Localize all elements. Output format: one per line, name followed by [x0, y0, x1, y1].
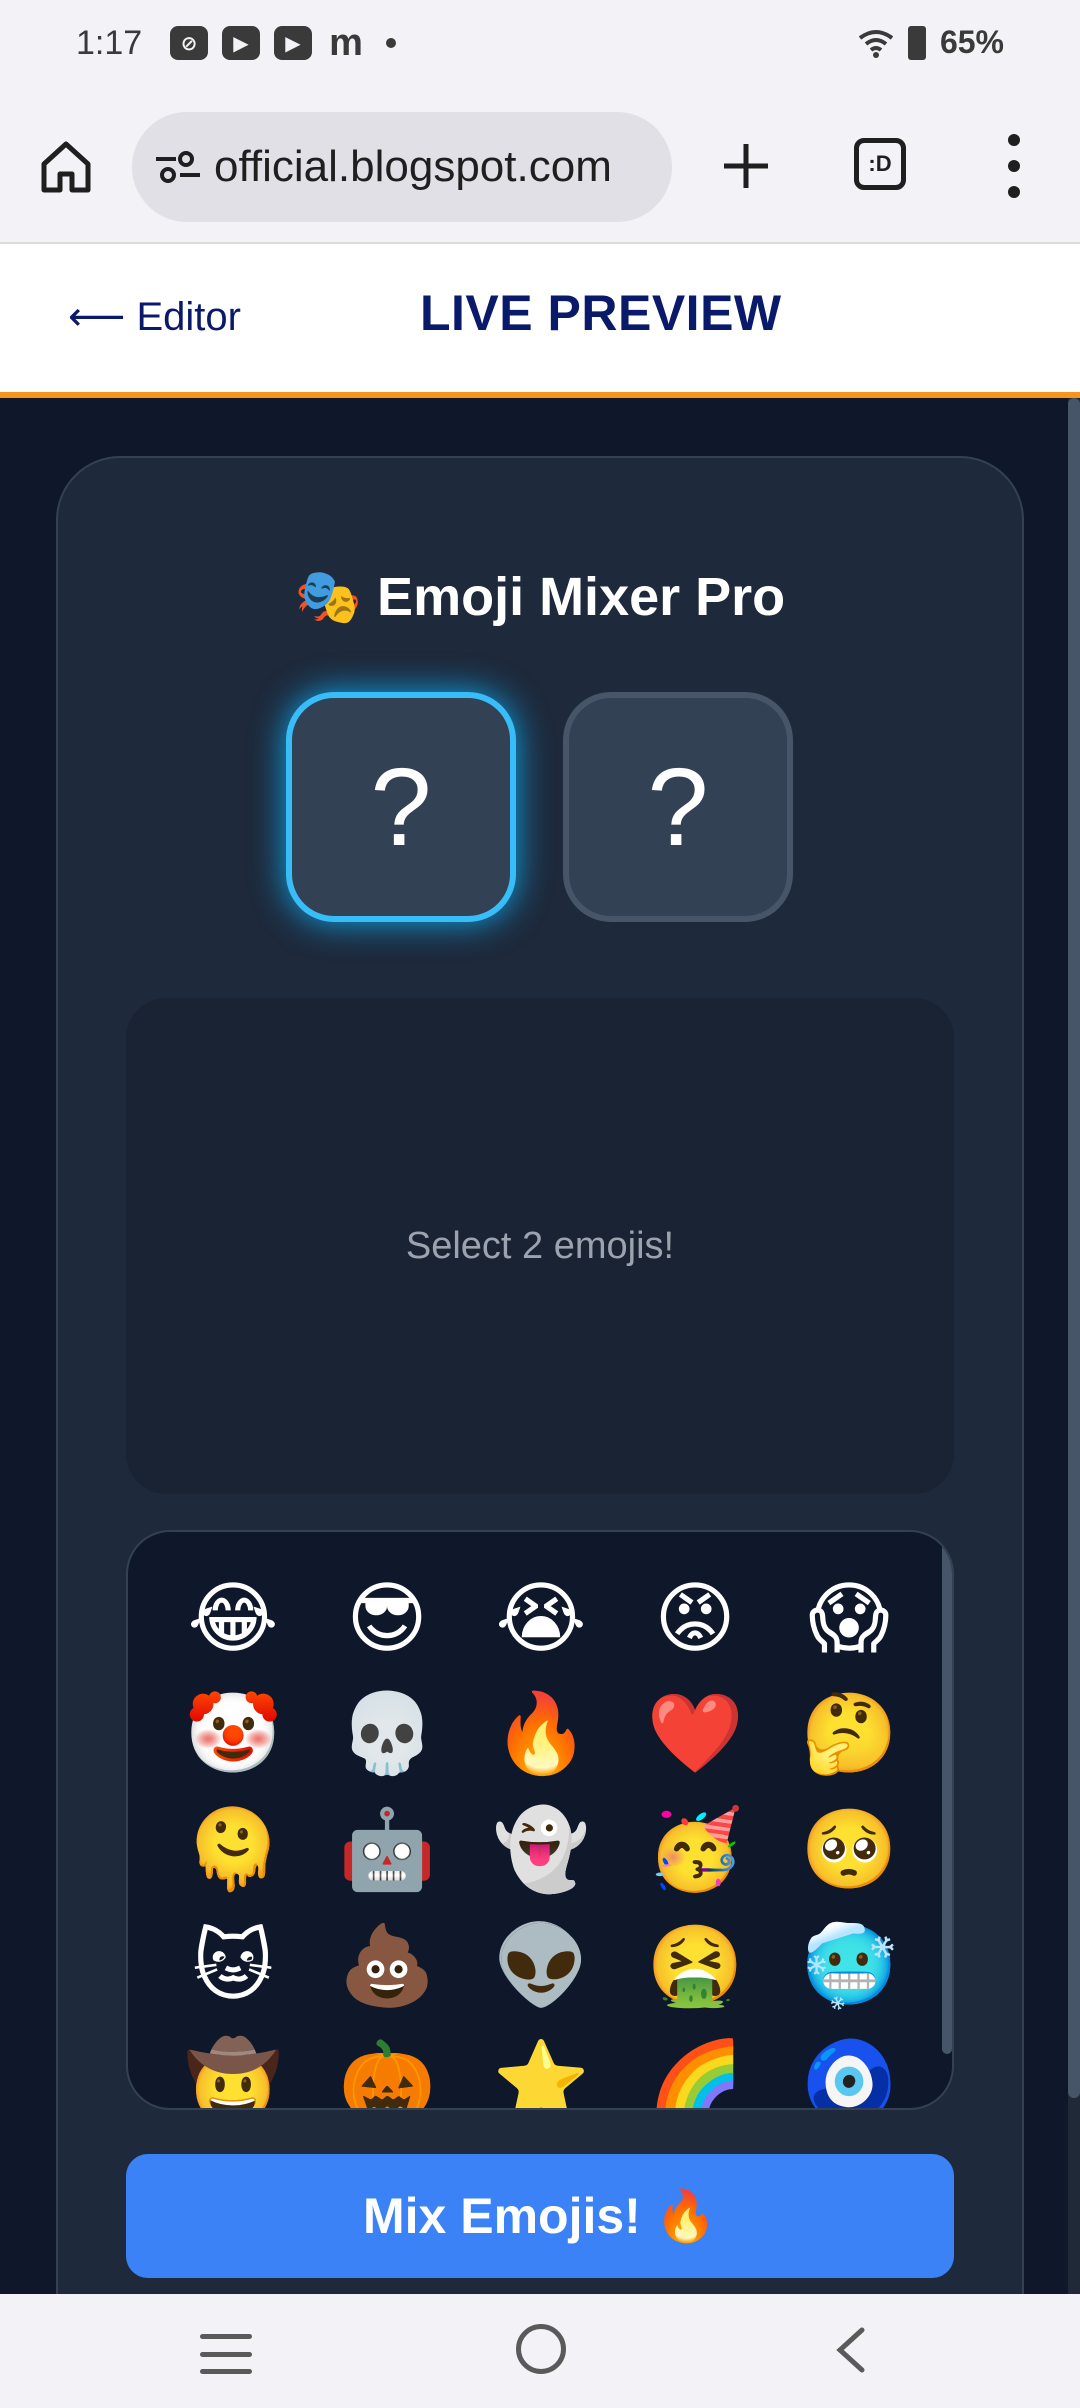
home-icon[interactable]	[38, 138, 94, 194]
emoji-option[interactable]: 🤔	[772, 1676, 926, 1792]
overflow-menu-icon[interactable]	[1000, 130, 1028, 202]
recent-apps-icon[interactable]	[200, 2334, 252, 2374]
emoji-option[interactable]: 🎃	[310, 2024, 464, 2108]
emoji-option[interactable]: 🥶	[772, 1908, 926, 2024]
emoji-option[interactable]: 💀	[310, 1676, 464, 1792]
emoji-option[interactable]: 🐱	[156, 1908, 310, 2024]
status-right: 65%	[858, 24, 1004, 61]
status-time: 1:17	[76, 24, 143, 62]
emoji-option[interactable]: 😱	[772, 1560, 926, 1676]
url-text: official.blogspot.com	[214, 142, 612, 191]
emoji-option[interactable]: 🌈	[618, 2024, 772, 2108]
result-display: Select 2 emojis!	[126, 998, 954, 1494]
wifi-icon	[858, 29, 894, 58]
emoji-option[interactable]: 🥳	[618, 1792, 772, 1908]
emoji-option[interactable]: 🥺	[772, 1792, 926, 1908]
address-bar[interactable]: official.blogspot.com	[132, 112, 672, 222]
emoji-option[interactable]: ❤️	[618, 1676, 772, 1792]
page-header: ⟵ Editor LIVE PREVIEW	[0, 244, 1080, 398]
page-scrollbar-thumb[interactable]	[1068, 398, 1080, 2098]
mix-emojis-button[interactable]: Mix Emojis! 🔥	[126, 2154, 954, 2278]
emoji-option[interactable]: 🤠	[156, 2024, 310, 2108]
status-bar: 1:17 ⊘ ▶ ▶ m 65%	[0, 0, 1080, 90]
emoji-option[interactable]: 🔥	[464, 1676, 618, 1792]
new-tab-icon[interactable]	[718, 138, 774, 194]
tab-switcher-button[interactable]: :D	[854, 138, 906, 190]
emoji-option[interactable]: 😡	[618, 1560, 772, 1676]
emoji-grid: 😂 😎 😭 😡 😱 🤡 💀 🔥 ❤️ 🤔 🫠 🤖 👻 🥳 🥺 🐱 💩 👽 🤮 🥶 🤠 🎃 ⭐ 🌈 🧿	[156, 1560, 926, 2109]
battery-percent: 65%	[939, 24, 1004, 60]
home-nav-icon[interactable]	[516, 2324, 566, 2374]
app-icon: ⊘	[170, 26, 208, 60]
page-title: LIVE PREVIEW	[420, 285, 782, 341]
preview-area: 🎭 Emoji Mixer Pro ? ? Select 2 emojis! 😂…	[0, 398, 1080, 2294]
battery-icon	[907, 25, 926, 60]
back-to-editor-link[interactable]: ⟵ Editor	[68, 294, 241, 340]
emoji-mixer-card: 🎭 Emoji Mixer Pro ? ? Select 2 emojis! 😂…	[56, 456, 1024, 2294]
back-nav-icon[interactable]	[830, 2326, 874, 2374]
youtube-icon: ▶	[274, 26, 312, 60]
app-title: 🎭 Emoji Mixer Pro	[294, 567, 786, 627]
browser-toolbar: official.blogspot.com :D	[0, 90, 1080, 244]
emoji-option[interactable]: 💩	[310, 1908, 464, 2024]
emoji-option[interactable]: 👻	[464, 1792, 618, 1908]
m-icon: m	[329, 21, 363, 64]
emoji-option[interactable]: ⭐	[464, 2024, 618, 2108]
picker-scrollbar[interactable]	[942, 1534, 952, 2054]
site-settings-icon[interactable]	[154, 147, 202, 187]
emoji-option[interactable]: 🤡	[156, 1676, 310, 1792]
notification-icons: ⊘ ▶ ▶ m	[170, 21, 396, 64]
emoji-slot-1[interactable]: ?	[286, 692, 516, 922]
dot-icon	[386, 38, 396, 48]
emoji-option[interactable]: 🤖	[310, 1792, 464, 1908]
emoji-option[interactable]: 🤮	[618, 1908, 772, 2024]
emoji-option[interactable]: 😎	[310, 1560, 464, 1676]
result-prompt: Select 2 emojis!	[405, 1224, 675, 1267]
emoji-slot-2[interactable]: ?	[563, 692, 793, 922]
emoji-option[interactable]: 🫠	[156, 1792, 310, 1908]
emoji-option[interactable]: 👽	[464, 1908, 618, 2024]
emoji-option[interactable]: 😂	[156, 1560, 310, 1676]
emoji-picker[interactable]: 😂 😎 😭 😡 😱 🤡 💀 🔥 ❤️ 🤔 🫠 🤖 👻 🥳 🥺 🐱 💩 👽 🤮 🥶 🤠 🎃 ⭐ 🌈 🧿	[126, 1530, 954, 2110]
emoji-option[interactable]: 😭	[464, 1560, 618, 1676]
emoji-option[interactable]: 🧿	[772, 2024, 926, 2108]
youtube-icon: ▶	[222, 26, 260, 60]
system-nav-bar	[0, 2294, 1080, 2408]
